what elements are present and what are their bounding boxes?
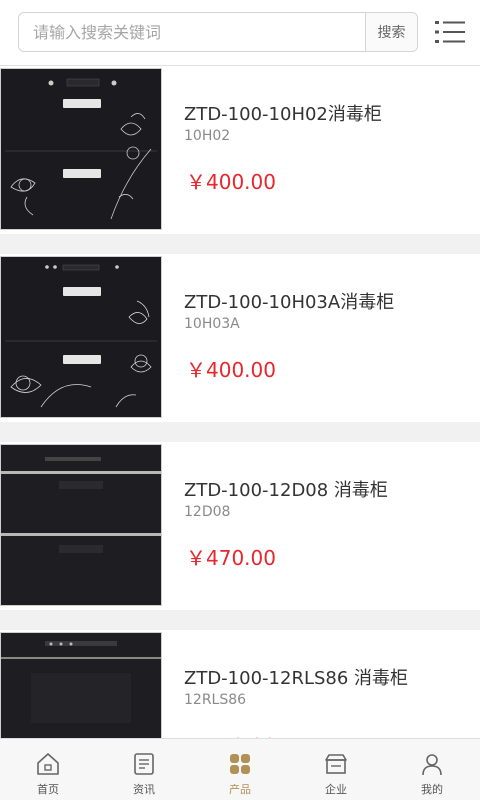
header: 搜索	[0, 0, 480, 66]
product-title[interactable]: ZTD-100-10H02消毒柜	[184, 100, 382, 126]
product-image	[0, 68, 162, 230]
bottom-nav: 首页 资讯 产品 企业 我的	[0, 738, 480, 800]
search-box: 搜索	[18, 12, 418, 52]
nav-profile[interactable]: 我的	[384, 739, 480, 800]
news-icon	[134, 753, 154, 775]
list-menu-icon[interactable]	[434, 19, 466, 45]
nav-company[interactable]: 企业	[288, 739, 384, 800]
home-icon	[37, 753, 59, 775]
product-item[interactable]: ZTD-100-10H02消毒柜 10H02 ￥400.00	[0, 66, 480, 234]
product-image	[0, 444, 162, 606]
product-price: ￥470.00	[186, 546, 276, 570]
product-model: 12D08	[184, 504, 231, 520]
product-price: ￥400.00	[186, 358, 276, 382]
search-input[interactable]	[19, 13, 366, 51]
nav-label: 资讯	[133, 783, 155, 796]
nav-label: 首页	[37, 783, 59, 796]
nav-products[interactable]: 产品	[192, 739, 288, 800]
product-item[interactable]: ZTD-100-12D08 消毒柜 12D08 ￥470.00	[0, 442, 480, 610]
product-model: 10H03A	[184, 316, 240, 332]
nav-label: 产品	[229, 783, 251, 796]
nav-label: 企业	[325, 783, 347, 796]
product-item[interactable]: ZTD-100-12RLS86 消毒柜 12RLS86 ￥470.00	[0, 630, 480, 738]
product-title[interactable]: ZTD-100-12RLS86 消毒柜	[184, 664, 408, 690]
nav-news[interactable]: 资讯	[96, 739, 192, 800]
product-image	[0, 632, 162, 738]
product-image	[0, 256, 162, 418]
grid-icon	[230, 754, 250, 774]
product-list: ZTD-100-10H02消毒柜 10H02 ￥400.00 ZTD-100-1…	[0, 66, 480, 738]
product-model: 10H02	[184, 128, 231, 144]
search-button[interactable]: 搜索	[365, 13, 417, 51]
product-title[interactable]: ZTD-100-10H03A消毒柜	[184, 288, 394, 314]
user-icon	[422, 754, 442, 776]
product-item[interactable]: ZTD-100-10H03A消毒柜 10H03A ￥400.00	[0, 254, 480, 422]
nav-label: 我的	[421, 783, 443, 796]
product-price: ￥400.00	[186, 170, 276, 194]
building-icon	[325, 754, 347, 774]
nav-home[interactable]: 首页	[0, 739, 96, 800]
product-model: 12RLS86	[184, 692, 247, 708]
product-price: ￥470.00	[186, 730, 276, 738]
product-title[interactable]: ZTD-100-12D08 消毒柜	[184, 476, 388, 502]
